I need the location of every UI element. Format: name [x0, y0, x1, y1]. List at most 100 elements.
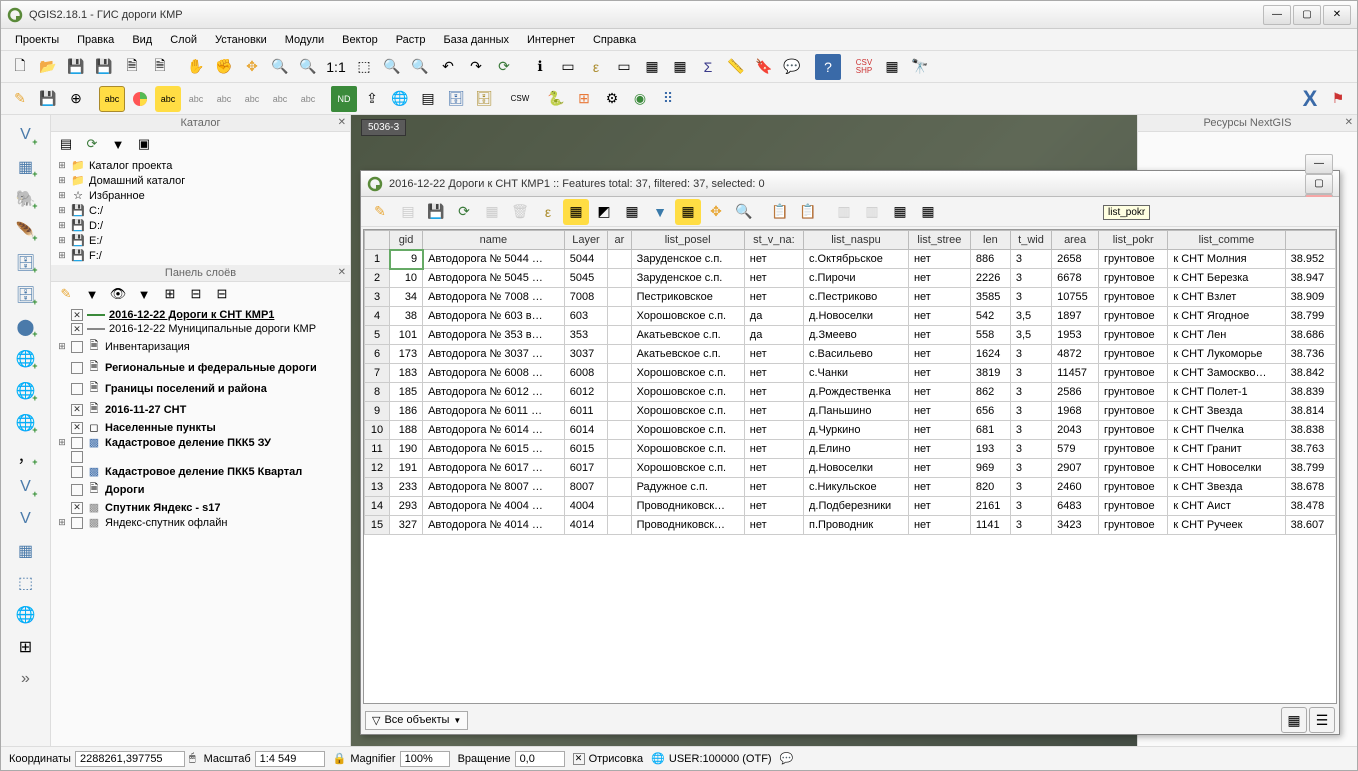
collapse-catalog-icon[interactable]: ▣ [133, 133, 155, 155]
catalog-item[interactable]: ⊞💾D:/ [55, 218, 346, 233]
catalog-item[interactable]: ⊞📁Каталог проекта [55, 158, 346, 173]
field-calculator-icon[interactable]: ▦ [887, 199, 913, 225]
menu-settings[interactable]: Установки [207, 32, 275, 48]
column-header[interactable]: list_posel [631, 231, 744, 250]
add-wms-icon[interactable]: 🌐+ [12, 345, 40, 373]
table-row[interactable]: 438Автодорога № 603 в…603Хорошовское с.п… [365, 307, 1336, 326]
add-csv-icon[interactable]: ，+ [12, 441, 40, 469]
column-header[interactable] [1285, 231, 1335, 250]
add-oracle-icon[interactable]: ⬤+ [12, 313, 40, 341]
table-row[interactable]: 19Автодорога № 5044 …5044Заруденское с.п… [365, 250, 1336, 269]
pan-icon[interactable]: ✊ [211, 54, 237, 80]
zoom-selection-icon[interactable]: 🔍 [379, 54, 405, 80]
table-row[interactable]: 15327Автодорога № 4014 …4014Проводниковс… [365, 516, 1336, 535]
expand-all-icon[interactable]: ⊞ [159, 283, 181, 305]
flag-icon[interactable]: ⚑ [1325, 86, 1351, 112]
layers-close-icon[interactable]: ✕ [338, 267, 346, 278]
annotation-icon[interactable]: 💬 [779, 54, 805, 80]
label-icon[interactable]: abc [99, 86, 125, 112]
filter-selected-icon[interactable]: ▼ [647, 199, 673, 225]
catalog-tree[interactable]: ⊞📁Каталог проекта⊞📁Домашний каталог⊞☆Изб… [51, 156, 350, 265]
select-all-icon[interactable]: ▦ [563, 199, 589, 225]
measure-icon[interactable]: 📏 [723, 54, 749, 80]
help-icon[interactable]: ? [815, 54, 841, 80]
table-row[interactable]: 10188Автодорога № 6014 …6014Хорошовское … [365, 421, 1336, 440]
menu-internet[interactable]: Интернет [519, 32, 583, 48]
menu-help[interactable]: Справка [585, 32, 644, 48]
nd-icon[interactable]: ND [331, 86, 357, 112]
render-checkbox[interactable] [573, 753, 585, 765]
column-header[interactable]: t_wid [1010, 231, 1051, 250]
table-view-icon[interactable]: ▦ [1281, 707, 1307, 733]
attr-maximize-button[interactable]: ▢ [1305, 174, 1333, 194]
table-row[interactable]: 11190Автодорога № 6015 …6015Хорошовское … [365, 440, 1336, 459]
add-mssql-icon[interactable]: 🗄+ [12, 249, 40, 277]
bookmarks-icon[interactable]: 🔖 [751, 54, 777, 80]
layer-item[interactable]: 🗎Дороги [55, 479, 346, 500]
lock-icon[interactable]: 🔒 [333, 752, 347, 765]
catalog-item[interactable]: ⊞💾E:/ [55, 233, 346, 248]
invert-selection-icon[interactable]: ◩ [591, 199, 617, 225]
node-icon[interactable]: ⊞ [12, 633, 40, 661]
delete-row-icon[interactable]: 🗑 [507, 199, 533, 225]
label-change-icon[interactable]: abc [295, 86, 321, 112]
magnifier-input[interactable] [400, 751, 450, 767]
db-yellow-icon[interactable]: 🗄 [471, 86, 497, 112]
catalog-item[interactable]: ⊞💾F:/ [55, 248, 346, 263]
catalog-close-icon[interactable]: ✕ [338, 117, 346, 128]
collapse-all-icon[interactable]: ⊟ [185, 283, 207, 305]
table-row[interactable]: 5101Автодорога № 353 в…353Акатьевское с.… [365, 326, 1336, 345]
column-header[interactable]: len [970, 231, 1010, 250]
new-geopackage-icon[interactable]: ▦ [12, 537, 40, 565]
db-blue-icon[interactable]: 🗄 [443, 86, 469, 112]
expression-select-icon[interactable]: ε [535, 199, 561, 225]
osm-icon[interactable]: ⊞ [571, 86, 597, 112]
table-row[interactable]: 13233Автодорога № 8007 …8007Радужное с.п… [365, 478, 1336, 497]
edit-save-icon[interactable]: 💾 [35, 86, 61, 112]
filter-legend-icon[interactable]: ▼ [81, 283, 103, 305]
layer-item[interactable]: ◻Населенные пункты [55, 420, 346, 435]
add-virtual-icon[interactable]: V+ [12, 473, 40, 501]
style-icon[interactable]: ✎ [55, 283, 77, 305]
zoom-native-icon[interactable]: 1:1 [323, 54, 349, 80]
column-header[interactable]: gid [390, 231, 423, 250]
close-button[interactable]: ✕ [1323, 5, 1351, 25]
layer-item[interactable]: ⊞▩Яндекс-спутник офлайн [55, 515, 346, 530]
zoom-layer-icon[interactable]: 🔍 [407, 54, 433, 80]
label-hide-icon[interactable]: abc [211, 86, 237, 112]
menu-view[interactable]: Вид [124, 32, 160, 48]
csw-icon[interactable]: CSW [507, 86, 533, 112]
menu-layer[interactable]: Слой [162, 32, 205, 48]
save-icon[interactable]: 💾 [63, 54, 89, 80]
deselect-icon[interactable]: ▭ [611, 54, 637, 80]
attr-minimize-button[interactable]: — [1305, 154, 1333, 174]
diagram-icon[interactable] [127, 86, 153, 112]
save-as-icon[interactable]: 💾 [91, 54, 117, 80]
column-header[interactable]: ar [608, 231, 631, 250]
attribute-table[interactable]: gidnameLayerarlist_poselst_v_na:list_nas… [364, 230, 1336, 535]
grid-icon[interactable]: ▦ [879, 54, 905, 80]
multi-edit-icon[interactable]: ▤ [395, 199, 421, 225]
identify-icon[interactable]: ℹ [527, 54, 553, 80]
move-top-icon[interactable]: ▦ [675, 199, 701, 225]
add-postgis-icon[interactable]: 🐘+ [12, 185, 40, 213]
nextgis-close-icon[interactable]: ✕ [1345, 117, 1353, 128]
refresh-icon[interactable]: ⟳ [491, 54, 517, 80]
table-row[interactable]: 12191Автодорога № 6017 …6017Хорошовское … [365, 459, 1336, 478]
scale-input[interactable] [255, 751, 325, 767]
stats-icon[interactable]: Σ [695, 54, 721, 80]
osm-place-search-icon[interactable]: ⬚ [12, 569, 40, 597]
layer-item[interactable]: ▩Кадастровое деление ПКК5 Квартал [55, 464, 346, 479]
catalog-item[interactable]: ⊞☆Избранное [55, 188, 346, 203]
column-header[interactable]: list_stree [908, 231, 970, 250]
delete-column-icon[interactable]: ▥ [859, 199, 885, 225]
layer-item[interactable]: ⊞▩Кадастровое деление ПКК5 ЗУ [55, 435, 346, 450]
catalog-item[interactable]: ⊞📁Домашний каталог [55, 173, 346, 188]
coord-input[interactable] [75, 751, 185, 767]
refresh-catalog-icon[interactable]: ⟳ [81, 133, 103, 155]
new-project-icon[interactable]: 🗋 [7, 54, 33, 80]
pan-to-selection-icon[interactable]: ✥ [239, 54, 265, 80]
layer-item[interactable]: 🗎Границы поселений и района [55, 378, 346, 399]
field-calc-icon[interactable]: ▦ [667, 54, 693, 80]
table-row[interactable]: 7183Автодорога № 6008 …6008Хорошовское с… [365, 364, 1336, 383]
